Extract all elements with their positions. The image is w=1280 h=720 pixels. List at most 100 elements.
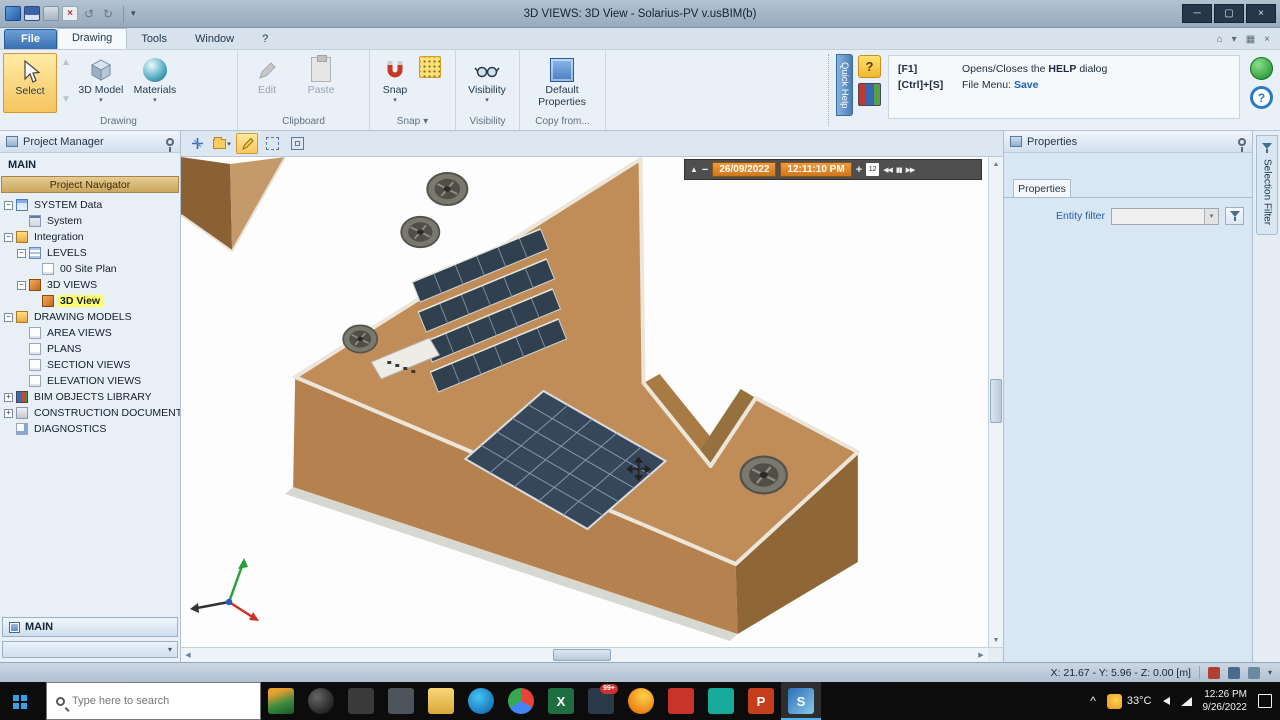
ribbon-collapse-icon[interactable]: ▾	[1232, 34, 1237, 45]
tree-item-label[interactable]: ELEVATION VIEWS	[44, 375, 144, 387]
snap-dialog-launcher-icon[interactable]: ▾	[423, 116, 428, 127]
save-icon[interactable]	[24, 6, 40, 21]
main-panel-button[interactable]: MAIN	[2, 617, 178, 637]
layers-status-icon[interactable]	[1227, 666, 1240, 679]
tree-item-label[interactable]: LEVELS	[44, 247, 90, 259]
expand-toggle[interactable]: −	[17, 280, 26, 290]
widgets-app-button[interactable]	[381, 682, 421, 720]
skip-forward-icon[interactable]: ▶▶	[906, 166, 916, 174]
status-options-icon[interactable]: ▾	[1268, 668, 1272, 677]
volume-icon[interactable]	[1162, 697, 1170, 705]
expand-toggle[interactable]: −	[17, 248, 26, 258]
undo-icon[interactable]: ↺	[81, 6, 97, 21]
network-icon[interactable]	[1180, 696, 1192, 706]
model-3d-canvas[interactable]: ▲ − 26/09/2022 12:11:10 PM + 12 ◀◀ ▮▮ ▶▶	[181, 157, 988, 647]
views-folder-icon[interactable]: ▾	[211, 133, 233, 154]
tree-item-label[interactable]: DRAWING MODELS	[31, 311, 135, 323]
manuals-books-icon[interactable]	[858, 83, 881, 106]
print-icon[interactable]	[43, 6, 59, 21]
snap-grid-toggle-icon[interactable]	[419, 56, 441, 78]
tray-expand-icon[interactable]: ^	[1090, 694, 1096, 708]
minimize-button[interactable]: ─	[1182, 4, 1212, 23]
expand-toggle[interactable]: −	[4, 200, 13, 210]
titlebar[interactable]: × ↺ ↻ ▾ 3D VIEWS: 3D View - Solarius-PV …	[0, 0, 1280, 28]
tree-item-label[interactable]: AREA VIEWS	[44, 327, 115, 339]
scroll-left-icon[interactable]: ◀	[181, 648, 195, 662]
dark-sphere-app-button[interactable]	[301, 682, 341, 720]
pause-icon[interactable]: ▮▮	[896, 166, 903, 174]
tree-item[interactable]: DIAGNOSTICS	[0, 421, 180, 437]
sun-up-icon[interactable]: ▲	[690, 165, 698, 174]
info-round-icon[interactable]	[1250, 57, 1273, 80]
select-next-icon[interactable]: ▼	[61, 94, 71, 105]
photos-app-button[interactable]	[261, 682, 301, 720]
quick-access-caret-icon[interactable]: ▾	[131, 8, 136, 19]
snap-status-icon[interactable]	[1207, 666, 1220, 679]
redo-icon[interactable]: ↻	[100, 6, 116, 21]
expand-toggle[interactable]: −	[4, 232, 13, 242]
draw-tool-icon[interactable]	[236, 133, 258, 154]
solarius-app-button[interactable]: S	[781, 682, 821, 720]
expand-toggle[interactable]: +	[4, 408, 13, 418]
expand-toggle[interactable]: +	[4, 392, 13, 402]
tree-item[interactable]: − SYSTEM Data	[0, 197, 180, 213]
tree-item[interactable]: + BIM OBJECTS LIBRARY	[0, 389, 180, 405]
task-view-app-button[interactable]	[341, 682, 381, 720]
tree-item[interactable]: System	[0, 213, 180, 229]
close-view-icon[interactable]: ×	[1264, 34, 1270, 45]
tray-clock[interactable]: 12:26 PM 9/26/2022	[1203, 688, 1248, 714]
project-navigator-bar[interactable]: Project Navigator	[1, 176, 179, 193]
tree-item[interactable]: − 3D VIEWS	[0, 277, 180, 293]
tree-item[interactable]: − DRAWING MODELS	[0, 309, 180, 325]
save-link[interactable]: Save	[1014, 79, 1039, 91]
default-properties-button[interactable]: Default Properties	[523, 53, 601, 111]
tab-tools[interactable]: Tools	[127, 30, 181, 49]
tree-item-label[interactable]: CONSTRUCTION DOCUMENTS	[31, 407, 180, 419]
search-input[interactable]	[72, 695, 251, 707]
weather-widget[interactable]: 33°C	[1106, 693, 1152, 709]
tree-item[interactable]: 3D View	[0, 293, 180, 309]
model-status-icon[interactable]	[1247, 666, 1260, 679]
tab-help[interactable]: ?	[248, 30, 282, 49]
mail-app-button[interactable]: 99+	[581, 682, 621, 720]
tree-item-label[interactable]: BIM OBJECTS LIBRARY	[31, 391, 155, 403]
tree-item-label[interactable]: System	[44, 215, 85, 227]
snap-button[interactable]: Snap ▾	[373, 53, 417, 107]
tab-window[interactable]: Window	[181, 30, 248, 49]
help-round-icon[interactable]: ?	[1250, 86, 1273, 109]
selection-filter-tab[interactable]: Selection Filter	[1256, 135, 1278, 236]
time-field[interactable]: 12:11:10 PM	[780, 162, 852, 177]
materials-button[interactable]: Materials ▾	[129, 53, 181, 107]
sun-down-icon[interactable]: −	[702, 164, 708, 176]
tree-item-label[interactable]: 00 Site Plan	[57, 263, 120, 275]
powerpoint-app-button[interactable]: P	[741, 682, 781, 720]
tree-item-label[interactable]: DIAGNOSTICS	[31, 423, 109, 435]
firefox-app-button[interactable]	[621, 682, 661, 720]
select-button[interactable]: Select	[3, 53, 57, 113]
pdf-app-button[interactable]	[661, 682, 701, 720]
tab-file[interactable]: File	[4, 29, 57, 49]
chat-app-button[interactable]	[701, 682, 741, 720]
axes-view-icon[interactable]	[186, 133, 208, 154]
tree-item[interactable]: SECTION VIEWS	[0, 357, 180, 373]
tree-item[interactable]: PLANS	[0, 341, 180, 357]
hscroll-thumb[interactable]	[553, 649, 612, 661]
tree-item[interactable]: − LEVELS	[0, 245, 180, 261]
edge-app-button[interactable]	[461, 682, 501, 720]
panel-switch-dropdown[interactable]: ▾	[2, 641, 178, 658]
taskbar-search[interactable]	[46, 682, 261, 720]
tree-item[interactable]: 00 Site Plan	[0, 261, 180, 277]
date-field[interactable]: 26/09/2022	[712, 162, 777, 177]
pin-icon[interactable]	[1238, 137, 1246, 152]
tree-item-label[interactable]: SYSTEM Data	[31, 199, 105, 211]
tree-item-label[interactable]: PLANS	[44, 343, 84, 355]
file-explorer-app-button[interactable]	[421, 682, 461, 720]
entity-filter-dropdown[interactable]: ▾	[1111, 207, 1219, 225]
tree-item[interactable]: AREA VIEWS	[0, 325, 180, 341]
vscroll-thumb[interactable]	[990, 378, 1002, 423]
visibility-button[interactable]: Visibility ▾	[459, 53, 515, 107]
tab-properties[interactable]: Properties	[1013, 179, 1071, 197]
expand-toggle[interactable]: −	[4, 312, 13, 322]
excel-app-button[interactable]: X	[541, 682, 581, 720]
edit-button[interactable]: Edit	[241, 53, 293, 100]
